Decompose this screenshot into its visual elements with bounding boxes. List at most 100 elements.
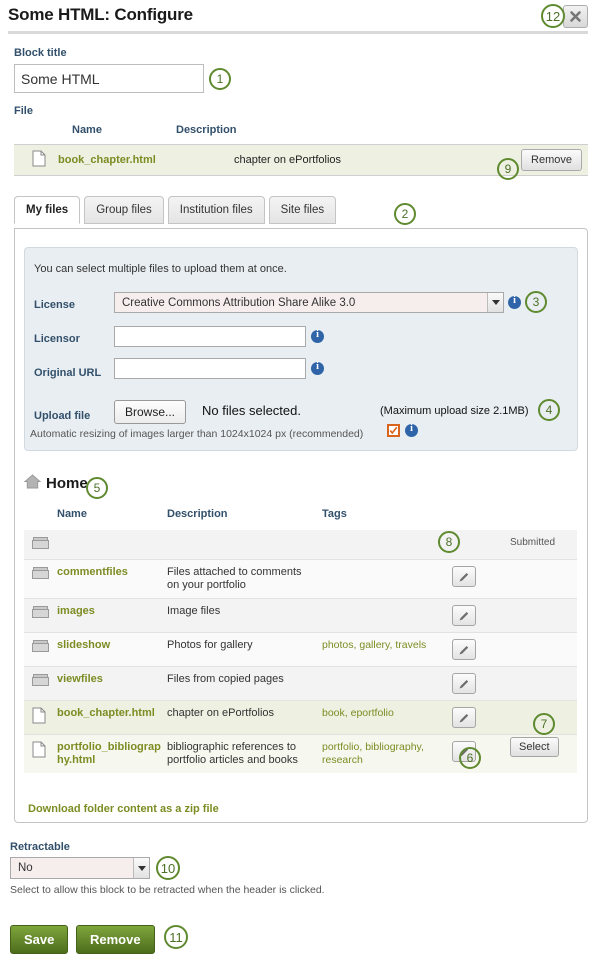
annotation-10: 10 [156,856,180,880]
auto-resize-info-icon[interactable] [405,423,418,437]
configure-block-dialog: Some HTML: Configure Block title File Na… [0,0,596,965]
table-row[interactable]: viewfiles Files from copied pages [24,667,577,701]
breadcrumb: Home [23,474,88,492]
annotation-4: 4 [538,399,560,421]
retractable-select-value: No [18,862,33,874]
folder-icon [24,673,57,690]
max-upload-size-text: (Maximum upload size 2.1MB) [380,405,529,417]
table-row[interactable]: book_chapter.html chapter on ePortfolios… [24,701,577,735]
block-title-label: Block title [14,47,67,59]
annotation-2: 2 [394,203,416,225]
folder-icon [24,605,57,622]
row-tags: portfolio, bibliography, research [322,741,424,766]
chevron-down-icon [487,293,503,312]
column-header-description: Description [167,508,228,520]
download-zip-link[interactable]: Download folder content as a zip file [28,803,219,815]
auto-resize-label: Automatic resizing of images larger than… [30,428,364,440]
folder-icon [24,639,57,656]
folder-icon [24,536,57,553]
tab-my-files[interactable]: My files [14,196,81,224]
remove-block-button[interactable]: Remove [76,925,155,954]
pencil-icon [459,713,469,722]
folder-name-link[interactable]: commentfiles [57,566,128,578]
page-title-text: Some HTML: Configure [8,5,193,24]
table-row[interactable]: images Image files [24,599,577,633]
retractable-label: Retractable [10,841,70,853]
file-icon [14,150,58,170]
annotation-3: 3 [525,291,547,313]
annotation-1: 1 [209,68,231,90]
block-title-input[interactable] [14,64,204,93]
pencil-icon [459,679,469,688]
license-select-value: Creative Commons Attribution Share Alike… [122,296,356,309]
license-select[interactable]: Creative Commons Attribution Share Alike… [114,292,504,313]
edit-button[interactable] [452,707,476,728]
row-description: Files attached to comments on your portf… [167,566,302,591]
original-url-info-icon[interactable] [311,361,324,375]
column-header-description: Description [176,124,237,136]
file-name-link[interactable]: book_chapter.html [57,707,155,719]
annotation-8: 8 [438,531,460,553]
annotation-5: 5 [86,477,108,499]
selected-file-description: chapter on ePortfolios [234,154,342,166]
annotation-6: 6 [459,747,481,769]
edit-button[interactable] [452,605,476,626]
checkmark-icon [389,426,398,435]
tab-site-files[interactable]: Site files [268,196,337,224]
annotation-9: 9 [497,158,519,180]
retractable-help-text: Select to allow this block to be retract… [10,884,325,896]
annotation-11: 11 [164,925,188,949]
close-button[interactable] [563,5,588,28]
remove-file-button[interactable]: Remove [521,149,582,171]
table-row[interactable]: portfolio_bibliography.html bibliographi… [24,735,577,773]
file-browser-table-header: Name Description Tags [24,508,577,530]
table-row[interactable]: Submitted [24,530,577,560]
tab-group-files[interactable]: Group files [84,196,164,224]
edit-button[interactable] [452,673,476,694]
column-header-name: Name [72,124,102,136]
file-icon [24,741,57,761]
browse-button[interactable]: Browse... [114,400,187,424]
save-button[interactable]: Save [10,925,69,954]
selected-file-table-header: Name Description [14,124,588,144]
license-label: License [34,299,75,311]
table-row[interactable]: commentfiles Files attached to comments … [24,560,577,599]
pencil-icon [459,611,469,620]
folder-name-link[interactable]: images [57,605,95,617]
file-icon [24,707,57,727]
auto-resize-checkbox[interactable] [387,424,400,437]
licensor-label: Licensor [34,333,80,345]
header-divider [8,31,588,34]
row-tags: book, eportfolio [322,707,394,719]
retractable-select[interactable]: No [10,857,150,879]
table-row[interactable]: slideshow Photos for gallery photos, gal… [24,633,577,667]
breadcrumb-home-label[interactable]: Home [46,475,88,492]
submitted-label: Submitted [510,537,556,548]
upload-file-label: Upload file [34,410,91,422]
page-title: Some HTML: Configure [8,5,193,25]
home-icon [23,474,42,492]
edit-button[interactable] [452,566,476,587]
edit-button[interactable] [452,639,476,660]
original-url-input[interactable] [114,358,306,379]
pencil-icon [459,572,469,581]
select-file-button[interactable]: Select [510,737,559,757]
row-description: Photos for gallery [167,639,253,651]
tab-institution-files[interactable]: Institution files [167,196,265,224]
license-info-icon[interactable] [508,295,521,309]
file-section-label: File [14,105,33,117]
upload-form [24,247,578,451]
file-source-tabs: My files Group files Institution files S… [14,196,337,224]
folder-name-link[interactable]: viewfiles [57,673,103,685]
annotation-7: 7 [533,713,555,735]
no-files-selected-text: No files selected. [202,403,301,418]
row-description: chapter on ePortfolios [167,707,275,719]
file-name-link[interactable]: portfolio_bibliography.html [57,741,161,766]
row-description: Image files [167,605,221,617]
licensor-info-icon[interactable] [311,329,324,343]
licensor-input[interactable] [114,326,306,347]
folder-icon [24,566,57,583]
folder-name-link[interactable]: slideshow [57,639,110,651]
row-tags: photos, gallery, travels [322,639,427,651]
selected-file-name-link[interactable]: book_chapter.html [58,154,156,166]
